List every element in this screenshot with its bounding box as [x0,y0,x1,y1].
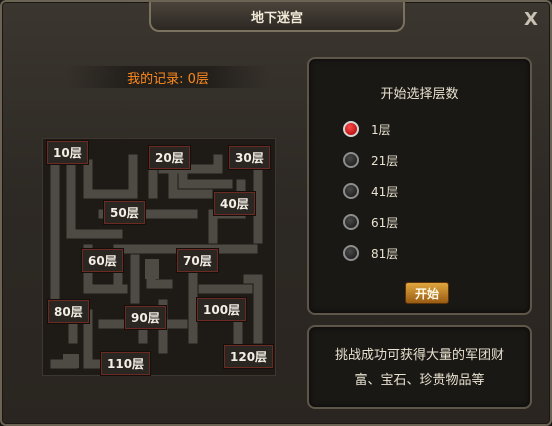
floor-option-label: 81层 [371,246,399,261]
floor-select-panel: 开始选择层数 1层 21层 41层 61层 81层 开始 [307,57,532,315]
start-button[interactable]: 开始 [405,282,449,304]
reward-description-line-2: 富、宝石、珍贵物品等 [354,373,485,388]
floor-label-50[interactable]: 50层 [104,201,145,224]
my-record: 我的记录: 0层 [66,66,270,88]
floor-option-label: 21层 [371,153,399,168]
floor-label-100[interactable]: 100层 [197,298,247,321]
floor-label-120[interactable]: 120层 [224,345,274,368]
floor-label-40[interactable]: 40层 [214,192,255,215]
floor-option-61[interactable]: 61层 [343,211,398,233]
floor-label-30[interactable]: 30层 [229,146,270,169]
floor-option-21[interactable]: 21层 [343,149,398,171]
floor-label-80[interactable]: 80层 [48,300,89,323]
floor-option-label: 61层 [371,215,399,230]
window-title: 地下迷宫 [149,2,405,32]
floor-select-title: 开始选择层数 [380,87,459,102]
close-button[interactable]: X [520,8,542,30]
floor-label-110[interactable]: 110层 [101,352,151,375]
dungeon-maze-window: 地下迷宫 X 我的记录: 0层 10层 20层 30层 40层 50层 60层 … [0,0,552,426]
close-icon: X [524,8,538,30]
floor-option-1[interactable]: 1层 [343,118,391,140]
reward-description: 挑战成功可获得大量的军团财 富、宝石、珍贵物品等 [309,343,530,393]
radio-icon[interactable] [343,152,359,168]
floor-label-20[interactable]: 20层 [149,146,190,169]
floor-option-41[interactable]: 41层 [343,180,398,202]
floor-label-70[interactable]: 70层 [177,249,218,272]
floor-label-10[interactable]: 10层 [47,141,88,164]
floor-label-60[interactable]: 60层 [82,249,123,272]
floor-option-81[interactable]: 81层 [343,242,398,264]
floor-label-90[interactable]: 90层 [125,306,166,329]
radio-icon[interactable] [343,214,359,230]
maze-map: 10层 20层 30层 40层 50层 60层 70层 80层 90层 100层… [42,138,276,376]
reward-description-line-1: 挑战成功可获得大量的军团财 [334,348,504,363]
floor-option-label: 41层 [371,184,399,199]
floor-option-label: 1层 [371,122,391,137]
maze-corridors [50,154,263,369]
radio-icon[interactable] [343,245,359,261]
radio-icon[interactable] [343,183,359,199]
radio-selected-icon[interactable] [343,121,359,137]
reward-description-panel: 挑战成功可获得大量的军团财 富、宝石、珍贵物品等 [307,325,532,409]
